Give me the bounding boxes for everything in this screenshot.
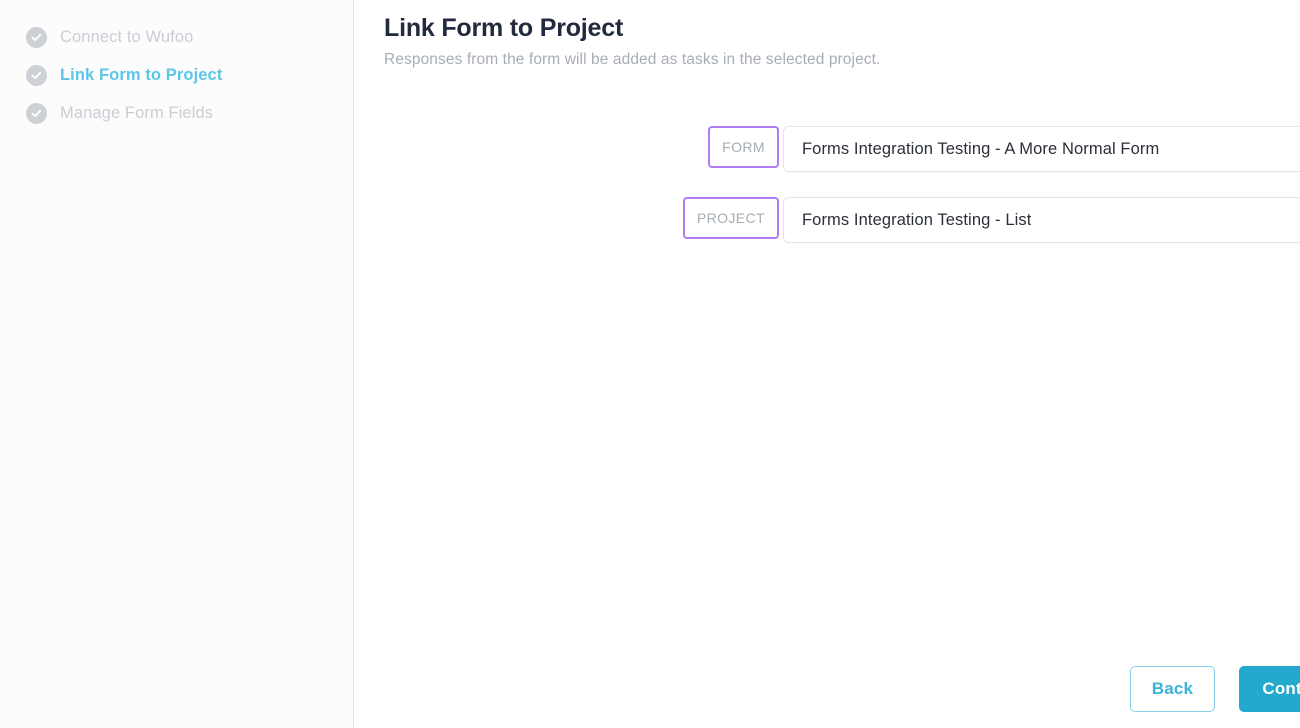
sidebar-item-connect-to-wufoo[interactable]: Connect to Wufoo (0, 18, 353, 56)
wizard-sidebar: Connect to Wufoo Link Form to Project Ma… (0, 0, 354, 728)
form-area: FORM Forms Integration Testing - A More … (354, 126, 1300, 243)
form-field-row: FORM Forms Integration Testing - A More … (354, 126, 1300, 172)
project-input[interactable]: Forms Integration Testing - List (783, 197, 1300, 243)
project-input-value: Forms Integration Testing - List (802, 210, 1032, 229)
check-circle-icon (26, 102, 47, 124)
page-subtitle: Responses from the form will be added as… (384, 51, 881, 68)
wizard-screen: Connect to Wufoo Link Form to Project Ma… (0, 0, 1300, 728)
form-label-column: FORM (354, 126, 783, 168)
sidebar-item-label: Link Form to Project (60, 65, 223, 84)
form-select-value: Forms Integration Testing - A More Norma… (802, 139, 1160, 158)
project-field-label: PROJECT (682, 197, 779, 239)
sidebar-item-link-form-to-project[interactable]: Link Form to Project (0, 56, 353, 94)
sidebar-item-label: Connect to Wufoo (60, 27, 194, 46)
main-panel: Link Form to Project Responses from the … (354, 0, 1300, 728)
sidebar-item-manage-form-fields[interactable]: Manage Form Fields (0, 94, 353, 132)
form-field-label: FORM (708, 126, 779, 168)
check-circle-icon (26, 26, 47, 48)
wizard-footer: Back Continue (1130, 666, 1300, 712)
sidebar-item-label: Manage Form Fields (60, 103, 214, 122)
form-select[interactable]: Forms Integration Testing - A More Norma… (783, 126, 1300, 172)
project-label-column: PROJECT (354, 197, 783, 239)
back-button[interactable]: Back (1130, 666, 1215, 712)
project-field-row: PROJECT Forms Integration Testing - List (354, 197, 1300, 243)
check-circle-icon (26, 64, 47, 86)
page-title: Link Form to Project (384, 14, 624, 42)
continue-button[interactable]: Continue (1239, 666, 1300, 712)
